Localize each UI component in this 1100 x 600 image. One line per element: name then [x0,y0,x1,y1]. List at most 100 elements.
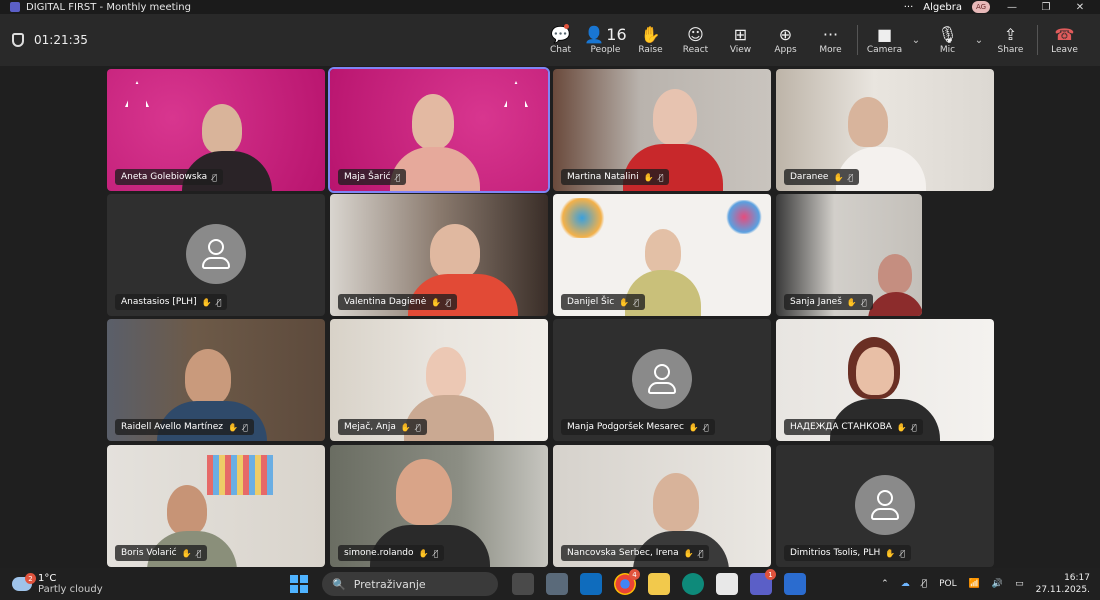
participant-tile[interactable]: simone.rolando ✋ 🎙̸ [330,445,548,567]
participant-name: Manja Podgoršek Mesarec [567,422,684,432]
participant-tile[interactable]: Daranee ✋ 🎙̸ [776,69,994,191]
chat-notification-dot [564,24,569,29]
participant-tile[interactable]: Mejač, Anja ✋ 🎙̸ [330,319,548,441]
event-logo-icon [557,198,607,238]
hand-raised-icon: ✋ [400,422,411,432]
hand-raised-icon: ✋ [885,548,896,558]
file-explorer-icon[interactable] [648,573,670,595]
search-placeholder: Pretraživanje [353,577,426,591]
wifi-icon[interactable]: 📶 [969,579,980,589]
participant-head [396,459,452,525]
shield-icon [12,33,24,47]
chat-button[interactable]: 💬 Chat [538,14,583,66]
apps-label: Apps [774,45,797,55]
input-language[interactable]: POL [939,579,957,589]
participant-tile[interactable]: Raidell Avello Martínez ✋ 🎙̸ [107,319,325,441]
apps-button[interactable]: ⊕ Apps [763,14,808,66]
participant-head [412,94,454,149]
participant-tile[interactable]: Valentina Dagienė ✋ 🎙̸ [330,194,548,316]
mic-off-icon: 🎙̸ [395,172,401,182]
close-icon[interactable]: ✕ [1068,2,1092,13]
participant-tile[interactable]: НАДЕЖДА СТАНКОВА ✋ 🎙̸ [776,319,994,441]
taskbar-search-box[interactable]: 🔍 Pretraživanje [322,572,498,596]
wall-calendar [207,455,273,495]
onedrive-icon[interactable]: ☁ [901,579,910,589]
react-button[interactable]: ☺ React [673,14,718,66]
mic-off-icon: 🎙̸ [415,422,421,432]
show-hidden-icons-chevron-icon[interactable]: ⌃ [881,579,889,589]
participant-tile[interactable]: Martina Natalini ✋ 🎙̸ [553,69,771,191]
participant-nameplate: Daranee ✋ 🎙̸ [784,169,860,185]
raise-label: Raise [638,45,663,55]
mic-muted-tray-icon[interactable]: 🎙̸ [922,579,927,589]
account-name[interactable]: Algebra [923,2,962,13]
participant-tile[interactable]: Nancovska Serbec, Irena ✋ 🎙̸ [553,445,771,567]
leave-button[interactable]: ☎ Leave [1042,14,1087,66]
pinned-apps: 4 1 [512,569,806,595]
participant-tile[interactable]: Aneta Golebiowska 🎙̸ [107,69,325,191]
hand-raised-icon: ✋ [431,297,442,307]
edge-icon[interactable] [682,573,704,595]
participant-tile[interactable]: Danijel Šic ✋ 🎙̸ [553,194,771,316]
participant-name: Daranee [790,172,829,182]
participant-name: Dimitrios Tsolis, PLH [790,548,881,558]
share-button[interactable]: ⇪ Share [988,14,1033,66]
chrome-icon[interactable]: 4 [614,569,640,595]
weather-widget[interactable]: 2 1°C Partly cloudy [12,573,172,595]
more-button[interactable]: ··· More [808,14,853,66]
meeting-toolbar: 01:21:35 💬 Chat 👤 16 People ✋ Raise ☺ Rea… [0,14,1100,66]
camera-button[interactable]: ■ Camera [862,14,907,66]
camera-icon: ■ [876,25,893,44]
mic-button[interactable]: 🎙 Mic [925,14,970,66]
view-button[interactable]: ⊞ View [718,14,763,66]
view-label: View [729,45,752,55]
participant-tile[interactable]: Manja Podgoršek Mesarec ✋ 🎙̸ [553,319,771,441]
participant-tile[interactable]: Sanja Janeš ✋ 🎙̸ [776,194,922,316]
participant-name: Sanja Janeš [790,297,842,307]
participant-head [202,104,242,154]
windows-start-icon[interactable] [290,575,308,593]
more-options-icon[interactable]: ··· [904,2,914,13]
mic-off-icon: 🎙̸ [848,172,854,182]
teams-logo-icon [10,2,20,12]
participant-head [185,349,231,405]
participant-name: НАДЕЖДА СТАНКОВА [790,422,892,432]
participant-nameplate: Martina Natalini ✋ 🎙̸ [561,169,670,185]
participant-nameplate: НАДЕЖДА СТАНКОВА ✋ 🎙̸ [784,419,923,435]
ellipsis-icon: ··· [822,25,839,44]
mic-options-chevron-icon[interactable]: ⌄ [970,14,988,66]
restore-icon[interactable]: ❐ [1034,2,1058,13]
participant-name: Mejač, Anja [344,422,396,432]
participant-tile[interactable]: Anastasios [PLH] ✋ 🎙̸ [107,194,325,316]
slack-icon[interactable] [716,573,738,595]
participant-head [426,347,466,399]
participant-head [653,89,697,145]
task-view-icon[interactable] [512,573,534,595]
camera-options-chevron-icon[interactable]: ⌄ [907,14,925,66]
participant-tile[interactable]: Dimitrios Tsolis, PLH ✋ 🎙̸ [776,445,994,567]
teams-icon[interactable]: 1 [750,569,776,595]
people-button[interactable]: 👤 16 People [583,14,628,66]
battery-icon[interactable]: ▭ [1015,579,1024,589]
calculator-icon[interactable] [546,573,568,595]
volume-icon[interactable]: 🔊 [992,579,1003,589]
weather-desc: Partly cloudy [38,584,103,595]
default-avatar-icon [632,349,692,409]
raise-hand-button[interactable]: ✋ Raise [628,14,673,66]
weather-temp: 1°C [38,573,57,584]
participant-head [856,347,894,395]
word-icon[interactable] [784,573,806,595]
participant-tile-active-speaker[interactable]: Maja Šarić 🎙̸ [328,67,550,193]
window-title: DIGITAL FIRST - Monthly meeting [26,1,191,13]
title-bar: DIGITAL FIRST - Monthly meeting ··· Alge… [0,0,1100,14]
minimize-icon[interactable]: — [1000,2,1024,13]
participant-name: Raidell Avello Martínez [121,422,224,432]
outlook-icon[interactable] [580,573,602,595]
participant-head [645,229,681,274]
digital-first-logo-icon [725,200,763,234]
weather-badge: 2 [25,573,36,584]
participant-nameplate: Valentina Dagienė ✋ 🎙̸ [338,294,458,310]
participant-tile[interactable]: Boris Volarić ✋ 🎙̸ [107,445,325,567]
account-avatar[interactable]: AG [972,1,990,13]
clock[interactable]: 16:17 27.11.2025. [1036,572,1090,596]
